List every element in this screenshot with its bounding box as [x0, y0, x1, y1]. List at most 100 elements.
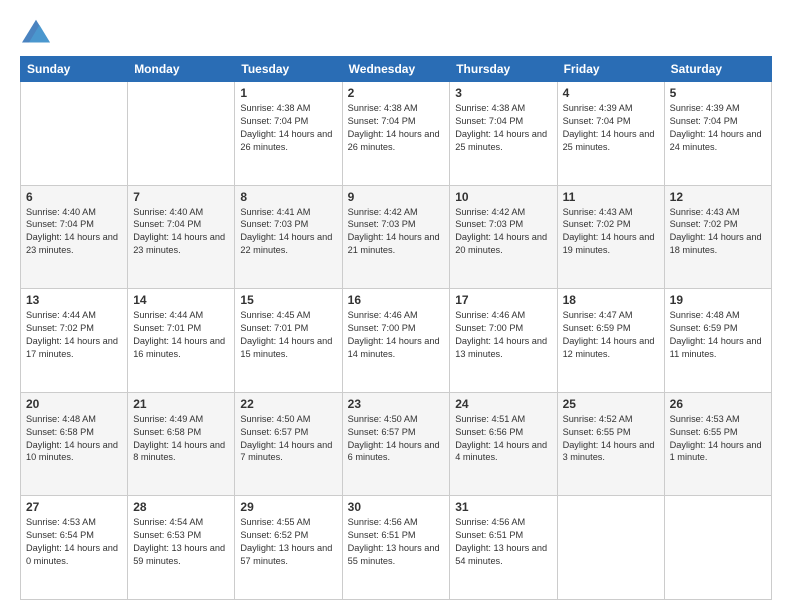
logo	[20, 18, 56, 46]
day-info: Sunrise: 4:44 AM Sunset: 7:01 PM Dayligh…	[133, 309, 229, 361]
day-number: 25	[563, 397, 659, 411]
day-number: 11	[563, 190, 659, 204]
day-number: 29	[240, 500, 336, 514]
week-row-3: 13 Sunrise: 4:44 AM Sunset: 7:02 PM Dayli…	[21, 289, 772, 393]
day-number: 14	[133, 293, 229, 307]
day-cell: 29Sunrise: 4:55 AM Sunset: 6:52 PM Dayli…	[235, 496, 342, 600]
day-info: Sunrise: 4:49 AM Sunset: 6:58 PM Dayligh…	[133, 413, 229, 465]
day-info: Sunrise: 4:43 AM Sunset: 7:02 PM Dayligh…	[563, 206, 659, 258]
day-number: 31	[455, 500, 551, 514]
day-number: 19	[670, 293, 766, 307]
day-info: Sunrise: 4:56 AM Sunset: 6:51 PM Dayligh…	[348, 516, 445, 568]
day-info: Sunrise: 4:47 AM Sunset: 6:59 PM Dayligh…	[563, 309, 659, 361]
day-cell: 24 Sunrise: 4:51 AM Sunset: 6:56 PM Dayli…	[450, 392, 557, 496]
day-number: 26	[670, 397, 766, 411]
day-cell: 10 Sunrise: 4:42 AM Sunset: 7:03 PM Dayli…	[450, 185, 557, 289]
day-info: Sunrise: 4:46 AM Sunset: 7:00 PM Dayligh…	[455, 309, 551, 361]
day-info: Sunrise: 4:43 AM Sunset: 7:02 PM Dayligh…	[670, 206, 766, 258]
day-number: 22	[240, 397, 336, 411]
day-number: 15	[240, 293, 336, 307]
weekday-thursday: Thursday	[450, 57, 557, 82]
day-number: 6	[26, 190, 122, 204]
day-cell: 16 Sunrise: 4:46 AM Sunset: 7:00 PM Dayli…	[342, 289, 450, 393]
day-cell: 5Sunrise: 4:39 AM Sunset: 7:04 PM Daylig…	[664, 82, 771, 186]
day-info: Sunrise: 4:50 AM Sunset: 6:57 PM Dayligh…	[348, 413, 445, 465]
day-cell: 1 Sunrise: 4:38 AM Sunset: 7:04 PM Daylig…	[235, 82, 342, 186]
day-info: Sunrise: 4:54 AM Sunset: 6:53 PM Dayligh…	[133, 516, 229, 568]
day-cell: 7 Sunrise: 4:40 AM Sunset: 7:04 PM Daylig…	[128, 185, 235, 289]
day-number: 10	[455, 190, 551, 204]
day-number: 28	[133, 500, 229, 514]
week-row-2: 6 Sunrise: 4:40 AM Sunset: 7:04 PM Daylig…	[21, 185, 772, 289]
day-number: 3	[455, 86, 551, 100]
day-info: Sunrise: 4:44 AM Sunset: 7:02 PM Dayligh…	[26, 309, 122, 361]
day-cell: 14 Sunrise: 4:44 AM Sunset: 7:01 PM Dayli…	[128, 289, 235, 393]
day-cell: 30 Sunrise: 4:56 AM Sunset: 6:51 PM Dayli…	[342, 496, 450, 600]
day-cell	[21, 82, 128, 186]
day-info: Sunrise: 4:41 AM Sunset: 7:03 PM Dayligh…	[240, 206, 336, 258]
day-number: 1	[240, 86, 336, 100]
day-cell: 19 Sunrise: 4:48 AM Sunset: 6:59 PM Dayli…	[664, 289, 771, 393]
day-cell: 23 Sunrise: 4:50 AM Sunset: 6:57 PM Dayli…	[342, 392, 450, 496]
day-cell: 21Sunrise: 4:49 AM Sunset: 6:58 PM Dayli…	[128, 392, 235, 496]
day-info: Sunrise: 4:56 AM Sunset: 6:51 PM Dayligh…	[455, 516, 551, 568]
weekday-wednesday: Wednesday	[342, 57, 450, 82]
day-cell: 8 Sunrise: 4:41 AM Sunset: 7:03 PM Daylig…	[235, 185, 342, 289]
day-number: 18	[563, 293, 659, 307]
day-cell: 31 Sunrise: 4:56 AM Sunset: 6:51 PM Dayli…	[450, 496, 557, 600]
day-cell: 17 Sunrise: 4:46 AM Sunset: 7:00 PM Dayli…	[450, 289, 557, 393]
day-number: 20	[26, 397, 122, 411]
day-cell	[557, 496, 664, 600]
day-cell: 27Sunrise: 4:53 AM Sunset: 6:54 PM Dayli…	[21, 496, 128, 600]
day-cell: 12 Sunrise: 4:43 AM Sunset: 7:02 PM Dayli…	[664, 185, 771, 289]
logo-icon	[20, 18, 52, 46]
week-row-5: 27Sunrise: 4:53 AM Sunset: 6:54 PM Dayli…	[21, 496, 772, 600]
day-info: Sunrise: 4:48 AM Sunset: 6:58 PM Dayligh…	[26, 413, 122, 465]
day-number: 23	[348, 397, 445, 411]
day-cell: 25 Sunrise: 4:52 AM Sunset: 6:55 PM Dayli…	[557, 392, 664, 496]
day-info: Sunrise: 4:50 AM Sunset: 6:57 PM Dayligh…	[240, 413, 336, 465]
day-info: Sunrise: 4:42 AM Sunset: 7:03 PM Dayligh…	[455, 206, 551, 258]
day-cell: 18 Sunrise: 4:47 AM Sunset: 6:59 PM Dayli…	[557, 289, 664, 393]
day-cell: 3 Sunrise: 4:38 AM Sunset: 7:04 PM Daylig…	[450, 82, 557, 186]
day-cell: 26 Sunrise: 4:53 AM Sunset: 6:55 PM Dayli…	[664, 392, 771, 496]
weekday-tuesday: Tuesday	[235, 57, 342, 82]
day-number: 27	[26, 500, 122, 514]
day-cell: 9Sunrise: 4:42 AM Sunset: 7:03 PM Daylig…	[342, 185, 450, 289]
day-cell: 20 Sunrise: 4:48 AM Sunset: 6:58 PM Dayli…	[21, 392, 128, 496]
day-number: 24	[455, 397, 551, 411]
day-number: 30	[348, 500, 445, 514]
day-cell: 15 Sunrise: 4:45 AM Sunset: 7:01 PM Dayli…	[235, 289, 342, 393]
day-info: Sunrise: 4:52 AM Sunset: 6:55 PM Dayligh…	[563, 413, 659, 465]
page: SundayMondayTuesdayWednesdayThursdayFrid…	[0, 0, 792, 612]
day-number: 13	[26, 293, 122, 307]
day-info: Sunrise: 4:48 AM Sunset: 6:59 PM Dayligh…	[670, 309, 766, 361]
day-cell	[128, 82, 235, 186]
weekday-header-row: SundayMondayTuesdayWednesdayThursdayFrid…	[21, 57, 772, 82]
day-number: 4	[563, 86, 659, 100]
day-info: Sunrise: 4:38 AM Sunset: 7:04 PM Dayligh…	[455, 102, 551, 154]
day-cell: 4Sunrise: 4:39 AM Sunset: 7:04 PM Daylig…	[557, 82, 664, 186]
day-cell: 22 Sunrise: 4:50 AM Sunset: 6:57 PM Dayli…	[235, 392, 342, 496]
header	[20, 18, 772, 46]
day-number: 12	[670, 190, 766, 204]
day-info: Sunrise: 4:40 AM Sunset: 7:04 PM Dayligh…	[26, 206, 122, 258]
weekday-monday: Monday	[128, 57, 235, 82]
day-info: Sunrise: 4:38 AM Sunset: 7:04 PM Dayligh…	[348, 102, 445, 154]
day-info: Sunrise: 4:38 AM Sunset: 7:04 PM Dayligh…	[240, 102, 336, 154]
day-cell: 13 Sunrise: 4:44 AM Sunset: 7:02 PM Dayli…	[21, 289, 128, 393]
day-number: 17	[455, 293, 551, 307]
day-number: 8	[240, 190, 336, 204]
day-info: Sunrise: 4:39 AM Sunset: 7:04 PM Dayligh…	[670, 102, 766, 154]
day-info: Sunrise: 4:40 AM Sunset: 7:04 PM Dayligh…	[133, 206, 229, 258]
day-number: 16	[348, 293, 445, 307]
day-cell: 2Sunrise: 4:38 AM Sunset: 7:04 PM Daylig…	[342, 82, 450, 186]
day-cell: 28 Sunrise: 4:54 AM Sunset: 6:53 PM Dayli…	[128, 496, 235, 600]
day-info: Sunrise: 4:53 AM Sunset: 6:55 PM Dayligh…	[670, 413, 766, 465]
day-info: Sunrise: 4:46 AM Sunset: 7:00 PM Dayligh…	[348, 309, 445, 361]
day-number: 7	[133, 190, 229, 204]
week-row-1: 1 Sunrise: 4:38 AM Sunset: 7:04 PM Daylig…	[21, 82, 772, 186]
calendar-table: SundayMondayTuesdayWednesdayThursdayFrid…	[20, 56, 772, 600]
day-info: Sunrise: 4:51 AM Sunset: 6:56 PM Dayligh…	[455, 413, 551, 465]
day-info: Sunrise: 4:45 AM Sunset: 7:01 PM Dayligh…	[240, 309, 336, 361]
